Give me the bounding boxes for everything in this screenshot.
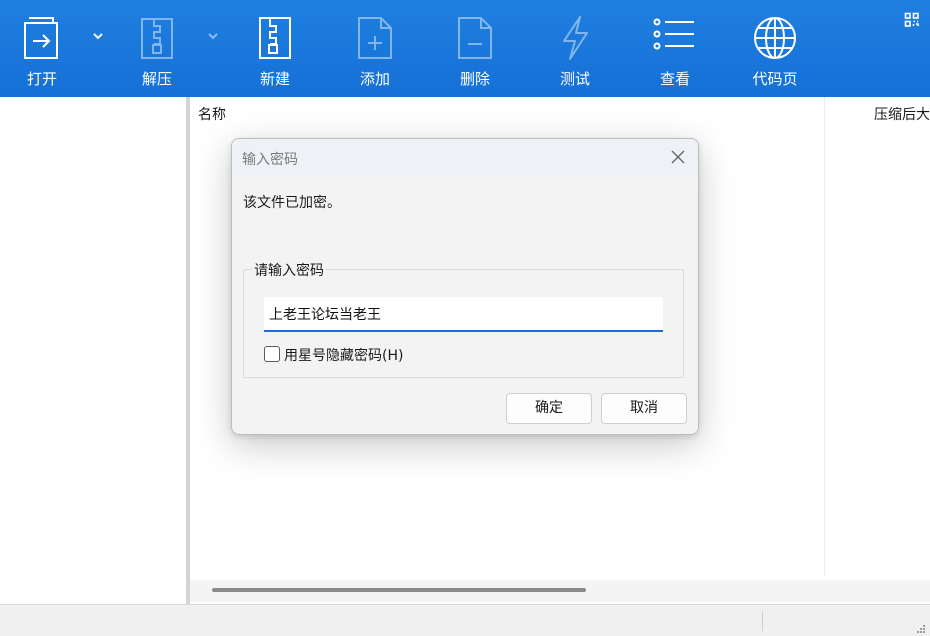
extract-label: 解压 xyxy=(141,70,172,88)
password-group: 请输入密码 用星号隐藏密码(H) xyxy=(243,260,684,378)
extract-zip-icon xyxy=(134,14,180,62)
open-button[interactable]: 打开 xyxy=(2,0,82,97)
new-archive-button[interactable]: 新建 xyxy=(235,0,315,97)
delete-button[interactable]: 删除 xyxy=(435,0,515,97)
view-button[interactable]: 查看 xyxy=(635,0,715,97)
encrypted-message: 该文件已加密。 xyxy=(243,195,341,211)
test-label: 测试 xyxy=(559,70,590,88)
column-header-packed-size[interactable]: 压缩后大 xyxy=(874,104,930,124)
dialog-title: 输入密码 xyxy=(242,152,298,168)
codepage-button[interactable]: 代码页 xyxy=(735,0,815,97)
open-dropdown-chevron-icon[interactable] xyxy=(90,28,106,44)
delete-file-icon xyxy=(452,14,498,62)
column-header-name[interactable]: 名称 xyxy=(198,104,226,124)
open-label: 打开 xyxy=(26,70,57,88)
status-bar xyxy=(0,604,930,636)
cancel-button[interactable]: 取消 xyxy=(601,393,687,424)
scrollbar-thumb[interactable] xyxy=(212,588,586,592)
dialog-title-bar[interactable]: 输入密码 xyxy=(232,139,698,177)
horizontal-scrollbar[interactable] xyxy=(190,580,930,602)
globe-icon xyxy=(752,14,798,62)
folder-tree-pane[interactable] xyxy=(0,97,186,604)
password-group-label: 请输入密码 xyxy=(252,260,326,280)
password-input[interactable] xyxy=(264,297,663,332)
ok-button[interactable]: 确定 xyxy=(506,393,592,424)
test-button[interactable]: 测试 xyxy=(535,0,615,97)
delete-label: 删除 xyxy=(459,70,490,88)
list-view-icon xyxy=(652,14,698,62)
mask-password-checkbox[interactable] xyxy=(264,346,280,362)
lightning-icon xyxy=(552,14,598,62)
password-dialog: 输入密码 该文件已加密。 请输入密码 用星号隐藏密码(H) 确定 取消 xyxy=(231,138,699,435)
view-label: 查看 xyxy=(659,70,690,88)
add-button[interactable]: 添加 xyxy=(335,0,415,97)
new-archive-icon xyxy=(252,14,298,62)
add-label: 添加 xyxy=(359,70,390,88)
close-icon[interactable] xyxy=(668,147,688,167)
grid-menu-icon[interactable] xyxy=(904,12,920,28)
column-divider xyxy=(824,97,825,577)
add-file-icon xyxy=(352,14,398,62)
status-divider xyxy=(762,611,763,631)
open-file-icon xyxy=(19,14,65,62)
extract-dropdown-chevron-icon[interactable] xyxy=(205,28,221,44)
new-label: 新建 xyxy=(259,70,290,88)
mask-password-label[interactable]: 用星号隐藏密码(H) xyxy=(284,345,403,365)
toolbar: 打开 解压 新建 添加 删除 测试 查看 代码页 xyxy=(0,0,930,97)
extract-button[interactable]: 解压 xyxy=(117,0,197,97)
codepage-label: 代码页 xyxy=(752,70,798,88)
resize-grip-icon[interactable] xyxy=(916,622,926,633)
